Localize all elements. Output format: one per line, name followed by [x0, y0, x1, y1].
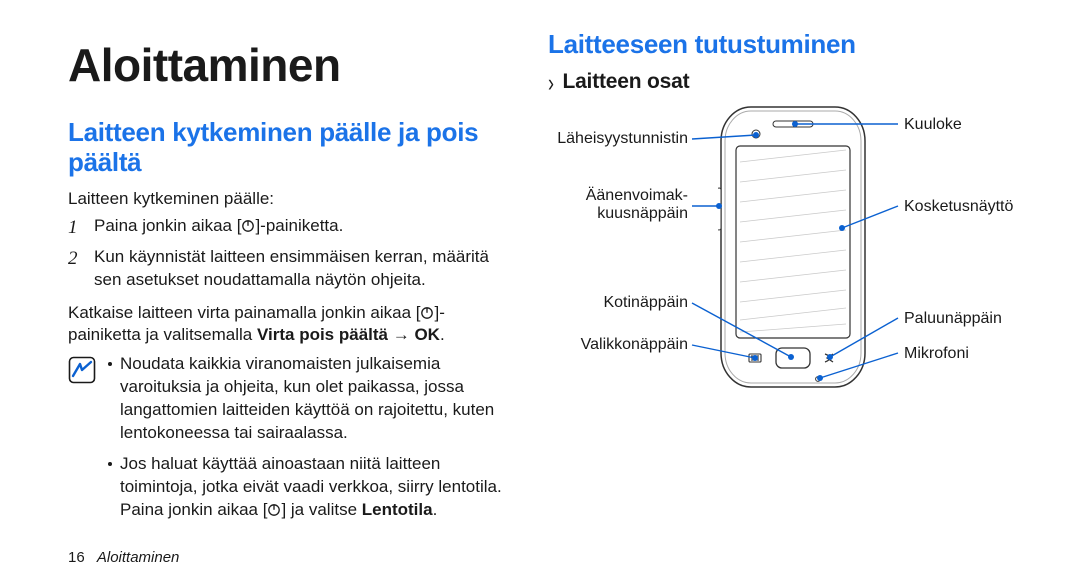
- section-heading-device: Laitteeseen tutustuminen: [548, 30, 1018, 60]
- power-icon: [267, 503, 281, 517]
- step-number: 1: [68, 215, 84, 242]
- label-back: Paluunäppäin: [904, 310, 1002, 328]
- note-block: Noudata kaikkia viranomaisten julkaisemi…: [68, 353, 508, 530]
- bullet-icon: [108, 462, 112, 466]
- subheading: Laitteen osat: [562, 70, 689, 93]
- note-item: Jos haluat käyttää ainoastaan niitä lait…: [108, 453, 508, 526]
- right-column: Laitteeseen tutustuminen › Laitteen osat: [548, 30, 1018, 530]
- intro-text: Laitteen kytkeminen päälle:: [68, 188, 508, 211]
- device-diagram: Läheisyystunnistin Äänenvoimak-kuusnäppä…: [548, 102, 1018, 412]
- chevron-right-icon: ›: [548, 69, 554, 98]
- note-text: Noudata kaikkia viranomaisten julkaisemi…: [120, 353, 508, 445]
- steps-list: 1 Paina jonkin aikaa []-painiketta. 2 Ku…: [68, 215, 508, 296]
- page-footer: 16 Aloittaminen: [68, 549, 179, 566]
- leader-lines: [548, 102, 1018, 412]
- label-home: Kotinäppäin: [548, 294, 688, 312]
- label-proximity: Läheisyystunnistin: [548, 130, 688, 148]
- bullet-icon: [108, 362, 112, 366]
- power-icon: [241, 219, 255, 233]
- subheading-row: › Laitteen osat: [548, 70, 1018, 94]
- step-text: Kun käynnistät laitteen ensimmäisen kerr…: [94, 246, 508, 292]
- page-number: 16: [68, 549, 85, 566]
- columns: Laitteen kytkeminen päälle ja pois päält…: [68, 118, 1018, 530]
- label-volume: Äänenvoimak-kuusnäppäin: [548, 187, 688, 224]
- step-1: 1 Paina jonkin aikaa []-painiketta.: [68, 215, 508, 242]
- note-text: Jos haluat käyttää ainoastaan niitä lait…: [120, 453, 508, 522]
- note-list: Noudata kaikkia viranomaisten julkaisemi…: [108, 353, 508, 530]
- note-icon: [68, 356, 96, 384]
- note-item: Noudata kaikkia viranomaisten julkaisemi…: [108, 353, 508, 449]
- label-menu: Valikkonäppäin: [548, 336, 688, 354]
- left-column: Laitteen kytkeminen päälle ja pois päält…: [68, 118, 508, 530]
- power-off-text: Katkaise laitteen virta painamalla jonki…: [68, 302, 508, 348]
- step-number: 2: [68, 246, 84, 296]
- step-2: 2 Kun käynnistät laitteen ensimmäisen ke…: [68, 246, 508, 296]
- label-mic: Mikrofoni: [904, 345, 969, 363]
- section-name: Aloittaminen: [97, 549, 180, 566]
- section-heading-power: Laitteen kytkeminen päälle ja pois päält…: [68, 118, 508, 178]
- label-touchscreen: Kosketusnäyttö: [904, 198, 1013, 216]
- power-icon: [420, 306, 434, 320]
- label-earpiece: Kuuloke: [904, 116, 962, 134]
- step-text: Paina jonkin aikaa []-painiketta.: [94, 215, 343, 238]
